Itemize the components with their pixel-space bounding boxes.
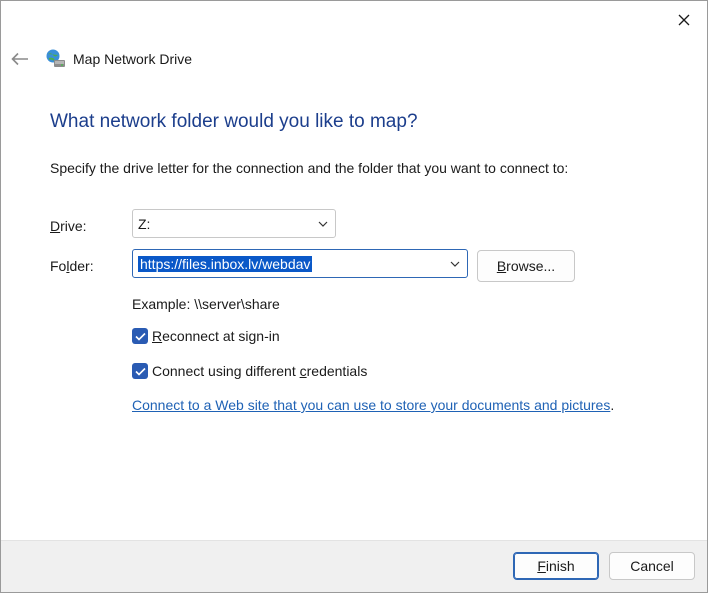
example-text: Example: \\server\share [132, 296, 280, 312]
reconnect-label: Reconnect at sign-in [152, 328, 280, 344]
dialog-title: Map Network Drive [73, 51, 193, 67]
reconnect-checkbox[interactable] [132, 328, 148, 344]
drive-label: Drive: [50, 218, 87, 234]
drive-letter-select[interactable]: Z: [132, 209, 336, 238]
credentials-option[interactable]: Connect using different credentials [132, 363, 367, 379]
close-icon [678, 14, 690, 26]
web-site-link-row: Connect to a Web site that you can use t… [132, 397, 615, 413]
cancel-button[interactable]: Cancel [609, 552, 695, 580]
credentials-checkbox[interactable] [132, 363, 148, 379]
back-arrow-icon [11, 52, 28, 66]
map-network-drive-dialog: Map Network Drive What network folder wo… [0, 0, 708, 593]
folder-combobox[interactable]: https://files.inbox.lv/webdav [132, 249, 468, 278]
checkmark-icon [134, 367, 146, 376]
dialog-header: Map Network Drive [9, 45, 192, 73]
credentials-label: Connect using different credentials [152, 363, 368, 379]
dialog-footer: Finish Cancel [1, 540, 707, 592]
web-site-link[interactable]: Connect to a Web site that you can use t… [132, 397, 610, 413]
chevron-down-icon[interactable] [443, 250, 467, 277]
finish-button[interactable]: Finish [513, 552, 599, 580]
checkmark-icon [134, 332, 146, 341]
browse-button[interactable]: Browse... [477, 250, 575, 282]
folder-label: Folder: [50, 258, 94, 274]
folder-input[interactable]: https://files.inbox.lv/webdav [133, 255, 443, 272]
network-drive-icon [46, 49, 65, 67]
folder-value: https://files.inbox.lv/webdav [138, 255, 313, 272]
drive-letter-value: Z: [138, 215, 151, 232]
page-heading: What network folder would you like to ma… [50, 111, 418, 132]
instructions-text: Specify the drive letter for the connect… [50, 160, 569, 176]
back-button[interactable] [9, 48, 31, 70]
reconnect-option[interactable]: Reconnect at sign-in [132, 328, 280, 344]
close-button[interactable] [661, 1, 707, 39]
chevron-down-icon [311, 210, 335, 237]
